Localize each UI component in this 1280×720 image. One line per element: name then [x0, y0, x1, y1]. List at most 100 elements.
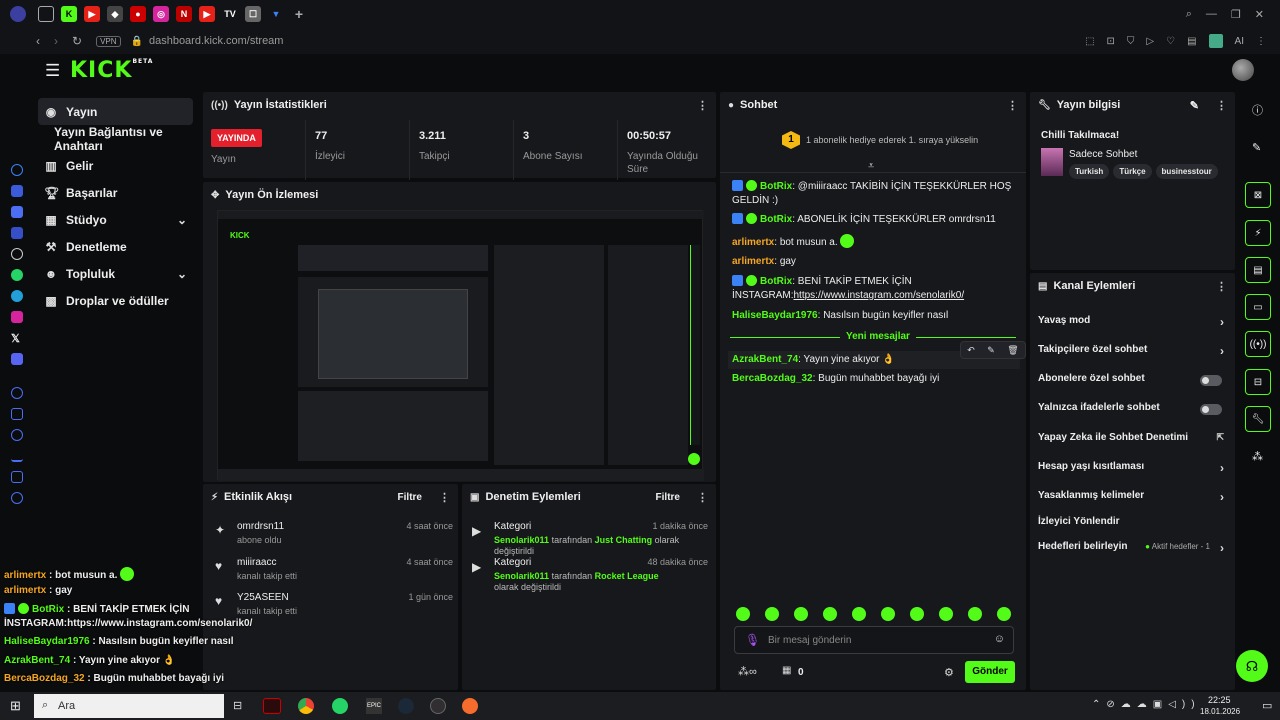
nav-item-stream-key[interactable]: Yayın Bağlantısı ve Anahtarı	[34, 125, 199, 153]
user-avatar[interactable]	[1232, 59, 1254, 81]
more-icon[interactable]: ⋮	[439, 491, 450, 504]
sidebar-app-icon[interactable]	[11, 227, 23, 239]
youtube-tab-icon[interactable]: ▶	[199, 6, 215, 22]
sidebar-app-icon[interactable]	[11, 185, 23, 197]
shield-icon[interactable]: ⛉	[1127, 36, 1135, 47]
more-icon[interactable]: ⋮	[1216, 280, 1227, 293]
system-tray-icons[interactable]: ⌃⊘☁☁▣◁))	[1092, 699, 1201, 710]
forward-icon[interactable]: ›	[54, 34, 58, 48]
back-icon[interactable]: ‹	[36, 34, 40, 48]
chat-username[interactable]: BercaBozdag_32	[732, 373, 813, 384]
emote-icon[interactable]	[910, 607, 924, 621]
instagram-tab-icon[interactable]: ◎	[153, 6, 169, 22]
epic-games-icon[interactable]: EPIC	[366, 698, 382, 714]
emote-icon[interactable]	[968, 607, 982, 621]
tab-icon[interactable]: ●	[130, 6, 146, 22]
new-tab-icon[interactable]: +	[291, 6, 307, 22]
server-icon[interactable]: ⊟	[1245, 369, 1271, 395]
tag-chip[interactable]: Türkçe	[1113, 164, 1152, 179]
wallet-icon[interactable]: ▤	[1187, 36, 1196, 47]
steam-icon[interactable]	[398, 698, 414, 714]
filter-button[interactable]: Filtre	[656, 492, 680, 503]
tab-icon[interactable]	[38, 6, 54, 22]
reload-icon[interactable]: ↻	[72, 34, 82, 48]
chat-username[interactable]: BotRix	[760, 181, 792, 192]
action-followers-only[interactable]: Takipçilere özel sohbet ›	[1038, 344, 1224, 364]
support-icon[interactable]: ☊	[1236, 650, 1268, 682]
delete-icon[interactable]: 🗑︎	[1007, 345, 1018, 356]
activity-user[interactable]: omrdrsn11	[237, 521, 284, 532]
moderator-name[interactable]: Senolarik011	[494, 535, 549, 545]
tab-icon[interactable]: ◆	[107, 6, 123, 22]
settings-icon[interactable]	[11, 492, 23, 504]
edit-icon[interactable]: ✎	[1190, 99, 1199, 112]
instagram-icon[interactable]	[11, 311, 23, 323]
whatsapp-icon[interactable]	[11, 269, 23, 281]
ea-icon[interactable]	[462, 698, 478, 714]
play-circle-icon[interactable]	[11, 387, 23, 399]
ai-label[interactable]: AI	[1235, 36, 1244, 47]
stream-preview-video[interactable]: KICK	[217, 210, 704, 481]
emote-icon[interactable]	[794, 607, 808, 621]
x-icon[interactable]: 𝕏	[11, 332, 23, 345]
action-goals[interactable]: Hedefleri belirleyin ● Aktif hedefler - 1…	[1038, 541, 1224, 561]
stream-category[interactable]: Sadece Sohbet	[1069, 149, 1137, 160]
cube-icon[interactable]	[11, 471, 23, 483]
tag-chip[interactable]: Turkish	[1069, 164, 1110, 179]
chat-username[interactable]: BotRix	[760, 214, 792, 225]
emote-icon[interactable]	[852, 607, 866, 621]
wrench-icon[interactable]: 🔧︎	[1245, 406, 1271, 432]
chat-username[interactable]: HaliseBaydar1976	[732, 310, 818, 321]
more-icon[interactable]: ⋮	[697, 99, 708, 112]
browser-logo-icon[interactable]	[10, 6, 26, 22]
chat-username[interactable]: arlimertx	[732, 237, 774, 248]
microphone-icon[interactable]: 🎙︎	[745, 633, 760, 647]
nav-item-topluluk[interactable]: ☻ Topluluk ⌄	[34, 260, 199, 287]
task-view-icon[interactable]: ⊟	[233, 699, 242, 712]
play-icon[interactable]: ▷	[1146, 36, 1154, 47]
nav-item-denetleme[interactable]: ⚒ Denetleme	[34, 233, 199, 260]
puzzle-icon[interactable]	[11, 408, 23, 420]
action-account-age[interactable]: Hesap yaşı kısıtlaması ›	[1038, 461, 1224, 481]
windows-start-icon[interactable]: ⊞	[10, 698, 21, 714]
heart-icon[interactable]: ♡	[1166, 36, 1175, 47]
chatgpt-icon[interactable]	[11, 248, 23, 260]
kick-logo[interactable]: KICKBETA	[70, 58, 153, 83]
dots-icon[interactable]: ⁂	[1252, 450, 1263, 463]
activity-user[interactable]: Y25ASEEN	[237, 592, 289, 603]
close-icon[interactable]: ✕	[1255, 8, 1264, 21]
chat-username[interactable]: AzrakBent_74	[732, 354, 798, 365]
chat-username[interactable]: arlimertx	[732, 256, 774, 267]
kick-tab-icon[interactable]: K	[61, 6, 77, 22]
send-button[interactable]: Gönder	[965, 661, 1015, 683]
pin-icon[interactable]: ✎	[987, 345, 995, 356]
emote-icon[interactable]	[997, 607, 1011, 621]
search-icon[interactable]: ⌕	[1186, 8, 1192, 21]
more-icon[interactable]: ⋮	[697, 491, 708, 504]
download-icon[interactable]	[11, 450, 23, 462]
minimize-icon[interactable]: —	[1206, 8, 1217, 21]
emote-icon[interactable]	[765, 607, 779, 621]
sidebar-app-icon[interactable]	[11, 164, 23, 176]
discord-icon[interactable]	[11, 353, 23, 365]
notifications-icon[interactable]: ▭	[1262, 699, 1272, 712]
filter-button[interactable]: Filtre	[398, 492, 422, 503]
sidebar-app-icon[interactable]	[11, 206, 23, 218]
reply-icon[interactable]: ↶	[967, 345, 975, 356]
tab-icon[interactable]: ▼	[268, 6, 284, 22]
opera-gx-icon[interactable]	[263, 698, 281, 714]
nav-item-studyo[interactable]: ▦ Stüdyo ⌄	[34, 206, 199, 233]
document-icon[interactable]: ▤	[1245, 257, 1271, 283]
chat-bubble-icon[interactable]: ▭	[1245, 294, 1271, 320]
info-icon[interactable]: ⓘ	[1252, 102, 1263, 118]
camera-icon[interactable]: ⊡	[1107, 36, 1115, 47]
history-icon[interactable]	[11, 429, 23, 441]
nav-item-yayin[interactable]: ◉ Yayın	[38, 98, 193, 125]
maximize-icon[interactable]: ❐	[1231, 8, 1241, 21]
points-icon[interactable]: ⁂∞	[738, 665, 757, 678]
tag-chip[interactable]: businesstour	[1155, 164, 1218, 179]
vpn-badge[interactable]: VPN	[96, 35, 121, 47]
extension-icon[interactable]	[1208, 34, 1223, 48]
emotes-only-toggle[interactable]	[1200, 404, 1222, 415]
youtube-tab-icon[interactable]: ▶	[84, 6, 100, 22]
